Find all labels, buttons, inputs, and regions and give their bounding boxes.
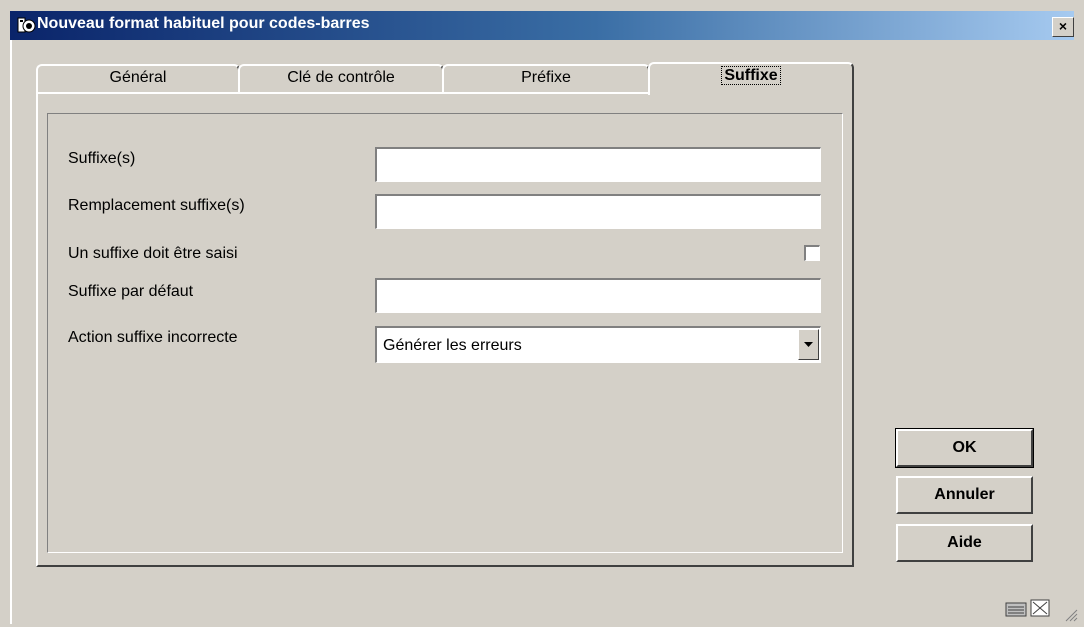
tab-prefix-label: Préfixe xyxy=(521,69,571,86)
chevron-down-icon xyxy=(804,342,813,347)
invalid-action-select[interactable]: Générer les erreurs xyxy=(375,326,821,363)
cancel-button[interactable]: Annuler xyxy=(896,476,1033,514)
required-checkbox[interactable] xyxy=(804,245,820,261)
tab-prefix[interactable]: Préfixe xyxy=(442,64,650,93)
required-label: Un suffixe doit être saisi xyxy=(68,245,238,262)
suffixes-field[interactable] xyxy=(375,147,821,182)
default-field[interactable] xyxy=(375,278,821,313)
default-label: Suffixe par défaut xyxy=(68,283,194,300)
tab-check-key[interactable]: Clé de contrôle xyxy=(238,64,444,93)
invalid-action-value: Générer les erreurs xyxy=(383,337,522,354)
app-logo-icon xyxy=(17,16,36,35)
keyboard-icon[interactable] xyxy=(1005,602,1027,617)
dropdown-button[interactable] xyxy=(798,329,819,360)
replacement-label: Remplacement suffixe(s) xyxy=(68,197,245,214)
tab-suffix-label: Suffixe xyxy=(721,66,781,85)
resize-grip-icon[interactable] xyxy=(1064,608,1078,627)
tab-general[interactable]: Général xyxy=(36,64,240,93)
window-border xyxy=(10,40,12,624)
suffixes-label: Suffixe(s) xyxy=(68,150,136,167)
close-icon: × xyxy=(1058,18,1068,34)
window-title: Nouveau format habituel pour codes-barre… xyxy=(37,15,370,32)
close-button[interactable]: × xyxy=(1052,17,1074,37)
tab-general-label: Général xyxy=(109,69,167,86)
help-button[interactable]: Aide xyxy=(896,524,1033,562)
title-bar: Nouveau format habituel pour codes-barre… xyxy=(10,11,1074,40)
tab-suffix[interactable]: Suffixe xyxy=(648,62,854,95)
replacement-field[interactable] xyxy=(375,194,821,229)
status-icons xyxy=(1005,598,1053,623)
maximize-icon[interactable] xyxy=(1030,599,1050,617)
ok-button[interactable]: OK xyxy=(895,428,1034,468)
invalid-action-label: Action suffixe incorrecte xyxy=(68,329,238,346)
tab-check-key-label: Clé de contrôle xyxy=(287,69,395,86)
